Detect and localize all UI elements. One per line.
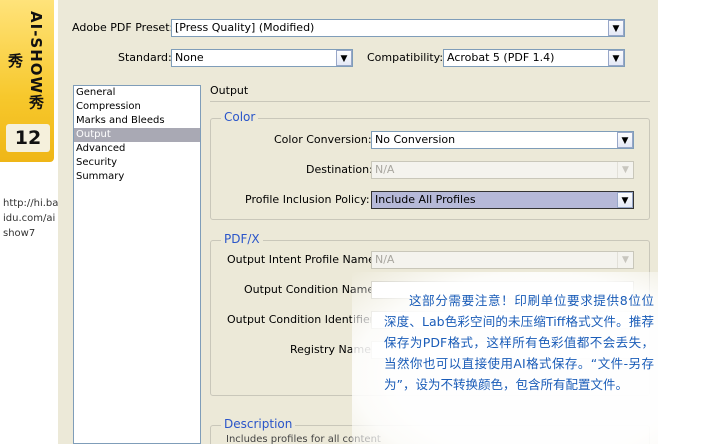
standard-dropdown[interactable]: None ▼ — [171, 49, 353, 67]
pdfx-group-title: PDF/X — [221, 232, 263, 246]
chevron-down-icon[interactable]: ▼ — [336, 50, 352, 66]
sidebar-item-compression[interactable]: Compression — [74, 100, 200, 114]
sidebar-item-security[interactable]: Security — [74, 156, 200, 170]
chevron-down-icon: ▼ — [617, 252, 633, 268]
color-group-title: Color — [221, 110, 259, 124]
sidebar-item-advanced[interactable]: Advanced — [74, 142, 200, 156]
output-intent-label: Output Intent Profile Name: — [227, 253, 379, 266]
settings-category-list[interactable]: General Compression Marks and Bleeds Out… — [73, 85, 201, 444]
chevron-down-icon[interactable]: ▼ — [608, 50, 624, 66]
profile-inclusion-dropdown[interactable]: Include All Profiles ▼ — [371, 191, 634, 209]
watermark-ribbon: AI-SHOW秀秀 12 — [0, 0, 54, 162]
watermark-issue: 12 — [6, 124, 50, 152]
sidebar-item-marks-and-bleeds[interactable]: Marks and Bleeds — [74, 114, 200, 128]
profile-inclusion-label: Profile Inclusion Policy: — [245, 193, 370, 206]
color-conversion-value: No Conversion — [375, 133, 456, 146]
destination-label: Destination: — [306, 163, 373, 176]
standard-label: Standard: — [118, 51, 172, 64]
chevron-down-icon: ▼ — [617, 162, 633, 178]
preset-value: [Press Quality] (Modified) — [175, 21, 315, 34]
compatibility-dropdown[interactable]: Acrobat 5 (PDF 1.4) ▼ — [443, 49, 625, 67]
color-conversion-label: Color Conversion: — [274, 133, 372, 146]
chevron-down-icon[interactable]: ▼ — [617, 192, 633, 208]
output-intent-value: N/A — [375, 253, 395, 266]
profile-inclusion-value: Include All Profiles — [375, 193, 476, 206]
destination-dropdown: N/A ▼ — [371, 161, 634, 179]
preset-dropdown[interactable]: [Press Quality] (Modified) ▼ — [171, 19, 625, 37]
description-group-title: Description — [221, 417, 296, 431]
panel-title-divider — [210, 101, 650, 102]
sidebar-item-summary[interactable]: Summary — [74, 170, 200, 184]
watermark-strip: AI-SHOW秀秀 12 http://hi.baidu.com/aishow7 — [0, 0, 58, 444]
chevron-down-icon[interactable]: ▼ — [617, 132, 633, 148]
watermark-brand: AI-SHOW秀秀 — [6, 11, 45, 111]
annotation-note: 这部分需要注意！印刷单位要求提供8位位深度、Lab色彩空间的未压缩Tiff格式文… — [384, 293, 654, 392]
compatibility-label: Compatibility: — [367, 51, 444, 64]
compatibility-value: Acrobat 5 (PDF 1.4) — [447, 51, 555, 64]
right-gutter — [658, 0, 701, 444]
standard-value: None — [175, 51, 204, 64]
preset-label: Adobe PDF Preset: — [72, 21, 174, 34]
destination-value: N/A — [375, 163, 395, 176]
watermark-url: http://hi.baidu.com/aishow7 — [3, 198, 59, 239]
sidebar-item-general[interactable]: General — [74, 86, 200, 100]
output-intent-dropdown: N/A ▼ — [371, 251, 634, 269]
sidebar-item-output[interactable]: Output — [74, 128, 200, 142]
panel-title: Output — [210, 84, 249, 97]
chevron-down-icon[interactable]: ▼ — [608, 20, 624, 36]
color-conversion-dropdown[interactable]: No Conversion ▼ — [371, 131, 634, 149]
